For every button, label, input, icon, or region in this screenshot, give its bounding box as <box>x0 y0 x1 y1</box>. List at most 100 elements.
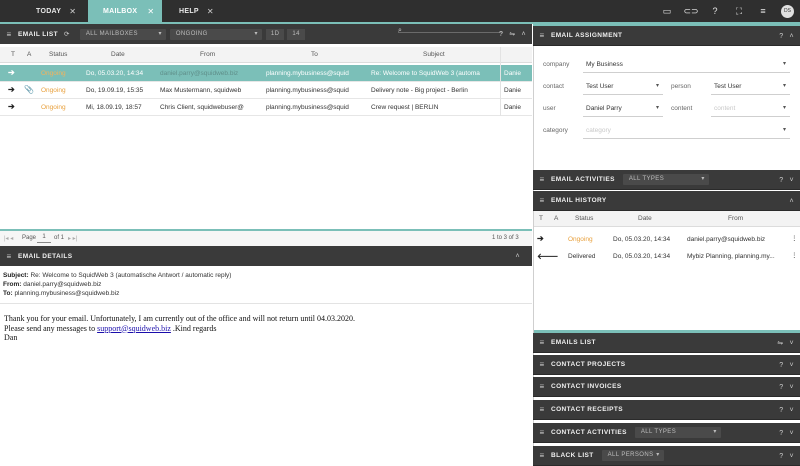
tab-help[interactable]: HELP ✕ <box>162 0 232 22</box>
chevron-down-icon: ▾ <box>655 105 659 111</box>
contact-invoices-header: ≡ CONTACT INVOICES ? ˅ <box>533 377 800 397</box>
company-field[interactable]: company My Business ▾ <box>543 56 790 73</box>
menu-icon[interactable]: ≡ <box>533 175 551 184</box>
column-attachment[interactable]: A <box>27 51 31 58</box>
filter-icon[interactable]: ⇋ <box>777 339 783 347</box>
contact-activity-type-dropdown[interactable]: ALL TYPES ▾ <box>634 427 721 438</box>
column-to[interactable]: To <box>311 51 318 58</box>
mailbox-filter-dropdown[interactable]: ALL MAILBOXES ▾ <box>79 28 166 40</box>
chevron-down-icon[interactable]: ˅ <box>790 430 795 437</box>
history-row[interactable]: ➔ Ongoing Do, 05.03.20, 14:34 daniel.par… <box>534 231 800 248</box>
help-icon[interactable]: ? <box>779 177 783 184</box>
search-input[interactable] <box>398 32 502 33</box>
outgoing-arrow-icon: ➔ <box>8 102 15 111</box>
tab-mailbox[interactable]: MAILBOX ✕ <box>88 0 162 22</box>
column-type[interactable]: T <box>11 51 15 58</box>
column-type[interactable]: T <box>539 215 543 222</box>
first-page-icon[interactable]: |◂ ◂ <box>4 235 13 242</box>
video-icon[interactable]: ▭ <box>655 6 679 17</box>
chevron-down-icon[interactable]: ˅ <box>790 384 795 391</box>
column-attachment[interactable]: A <box>554 215 558 222</box>
filter-1d-button[interactable]: 1D <box>265 28 285 40</box>
help-icon[interactable]: ? <box>779 362 783 369</box>
column-status[interactable]: Status <box>575 215 593 222</box>
chevron-up-icon[interactable]: ˄ <box>790 33 795 40</box>
help-icon[interactable]: ? <box>703 6 727 16</box>
tab-today[interactable]: TODAY ✕ <box>0 0 88 22</box>
menu-icon[interactable]: ≡ <box>533 360 551 369</box>
emails-list-controls: ⇋ ˅ <box>777 333 794 353</box>
table-row[interactable]: ➔ Ongoing Mi, 18.09.19, 18:57 Chris Clie… <box>0 99 532 116</box>
fullscreen-icon[interactable]: ⛶ <box>727 6 751 17</box>
chevron-down-icon[interactable]: ˅ <box>790 177 795 184</box>
support-email-link[interactable]: support@squidweb.biz <box>97 324 171 333</box>
help-icon[interactable]: ? <box>779 430 783 437</box>
last-page-icon[interactable]: ▸ ▸| <box>68 235 77 242</box>
chevron-up-icon[interactable]: ˄ <box>516 253 521 260</box>
menu-icon[interactable]: ≡ <box>533 31 551 40</box>
column-from[interactable]: From <box>728 215 743 222</box>
help-icon[interactable]: ? <box>779 384 783 391</box>
refresh-icon[interactable]: ⟳ <box>64 30 70 38</box>
menu-icon[interactable]: ≡ <box>533 382 551 391</box>
history-row[interactable]: 🡐 Delivered Do, 05.03.20, 14:34 Mybiz Pl… <box>534 248 800 265</box>
more-icon[interactable]: ⋮ <box>791 234 798 242</box>
black-list-title: BLACK LIST <box>551 452 594 459</box>
history-status: Ongoing <box>568 236 593 243</box>
link-icon[interactable]: ⊂⊃ <box>679 6 703 17</box>
menu-icon[interactable]: ≡ <box>0 30 18 39</box>
help-icon[interactable]: ? <box>499 31 503 38</box>
row-to: planning.mybusiness@squid <box>266 104 349 111</box>
chevron-up-icon[interactable]: ˄ <box>790 198 795 205</box>
close-icon[interactable]: ✕ <box>147 7 154 16</box>
chevron-up-icon[interactable]: ˄ <box>522 31 527 38</box>
chevron-down-icon[interactable]: ˅ <box>790 453 795 460</box>
user-select[interactable]: Daniel Parry ▾ <box>583 100 663 117</box>
contact-field[interactable]: contact Test User ▾ person Test User ▾ <box>543 78 790 95</box>
black-list-person-dropdown[interactable]: ALL PERSONS ▾ <box>601 450 664 461</box>
category-label: category <box>543 127 568 134</box>
avatar[interactable]: DS <box>781 4 794 18</box>
column-status[interactable]: Status <box>49 51 67 58</box>
menu-icon[interactable]: ≡ <box>533 196 551 205</box>
content-select[interactable]: content ▾ <box>711 100 790 117</box>
chevron-down-icon[interactable]: ˅ <box>790 340 795 347</box>
column-from[interactable]: From <box>200 51 215 58</box>
user-field[interactable]: user Daniel Parry ▾ content content ▾ <box>543 100 790 117</box>
help-icon[interactable]: ? <box>779 33 783 40</box>
filter-icon[interactable]: ⇋ <box>509 30 515 38</box>
category-select[interactable]: category ▾ <box>583 122 790 139</box>
status-filter-dropdown[interactable]: ONGOING ▾ <box>169 28 262 40</box>
menu-icon[interactable]: ≡ <box>751 6 775 16</box>
help-icon[interactable]: ? <box>779 453 783 460</box>
chevron-down-icon[interactable]: ˅ <box>790 407 795 414</box>
content-label: content <box>671 105 693 112</box>
table-row[interactable]: ➔ 📎 Ongoing Do, 19.09.19, 15:35 Max Must… <box>0 82 532 99</box>
close-icon[interactable]: ✕ <box>69 7 76 16</box>
filter-14-button[interactable]: 14 <box>287 28 305 40</box>
menu-icon[interactable]: ≡ <box>533 405 551 414</box>
row-to: planning.mybusiness@squid <box>266 70 349 77</box>
menu-icon[interactable]: ≡ <box>0 252 18 261</box>
row-from: Chris Client, squidwebuser@ <box>160 104 244 111</box>
subject-label: Subject: <box>3 272 29 279</box>
column-date[interactable]: Date <box>111 51 125 58</box>
chevron-down-icon[interactable]: ˅ <box>790 362 795 369</box>
category-field[interactable]: category category ▾ <box>543 122 790 139</box>
page-number-input[interactable]: 1 <box>37 234 51 243</box>
tab-today-label: TODAY <box>36 7 62 15</box>
company-select[interactable]: My Business ▾ <box>583 56 790 73</box>
help-icon[interactable]: ? <box>779 407 783 414</box>
activity-type-dropdown[interactable]: ALL TYPES ▾ <box>622 174 709 185</box>
column-date[interactable]: Date <box>638 215 652 222</box>
close-icon[interactable]: ✕ <box>207 7 214 16</box>
menu-icon[interactable]: ≡ <box>533 338 551 347</box>
table-row[interactable]: ➔ Ongoing Do, 05.03.20, 14:34 daniel.par… <box>0 65 532 82</box>
menu-icon[interactable]: ≡ <box>533 428 551 437</box>
contact-select[interactable]: Test User ▾ <box>583 78 663 95</box>
column-subject[interactable]: Subject <box>423 51 445 58</box>
more-icon[interactable]: ⋮ <box>791 251 798 259</box>
contact-projects-header: ≡ CONTACT PROJECTS ? ˅ <box>533 355 800 375</box>
menu-icon[interactable]: ≡ <box>533 451 551 460</box>
person-select[interactable]: Test User ▾ <box>711 78 790 95</box>
